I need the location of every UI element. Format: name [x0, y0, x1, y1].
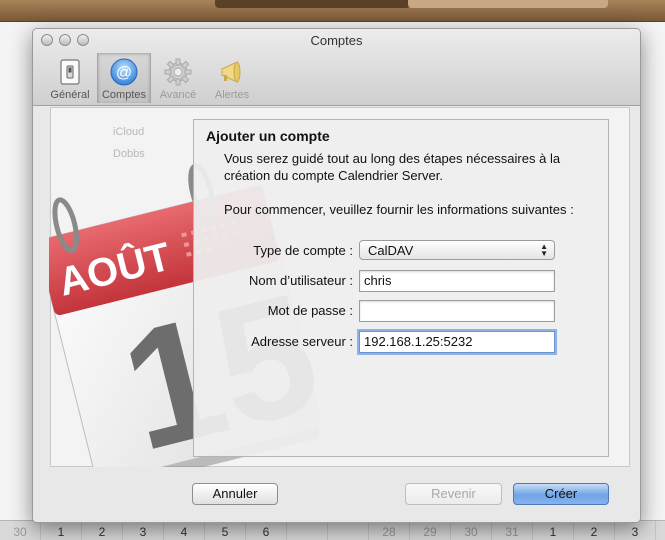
tab-label: Général — [50, 89, 90, 101]
tab-general[interactable]: Général — [43, 53, 97, 103]
window-titlebar: Comptes Général @ Comptes Avancé Alertes — [33, 29, 640, 106]
create-button[interactable]: Créer — [513, 483, 609, 505]
tab-label: Comptes — [101, 89, 147, 101]
username-label: Nom d’utilisateur : — [248, 273, 353, 288]
calendar-day[interactable]: 6 — [246, 521, 287, 540]
cancel-button[interactable]: Annuler — [192, 483, 278, 505]
select-arrows-icon: ▲ ▼ — [540, 242, 548, 258]
tab-accounts[interactable]: @ Comptes — [97, 53, 151, 103]
add-account-sheet: Ajouter un compte Vous serez guidé tout … — [193, 119, 609, 457]
sheet-prompt-text: Pour commencer, veuillez fournir les inf… — [224, 202, 574, 217]
calendar-day[interactable]: 28 — [369, 521, 410, 540]
calendar-day-strip: 30 1 2 3 4 5 6 28 29 30 31 1 2 3 — [0, 520, 665, 540]
gear-icon — [164, 58, 192, 86]
preferences-toolbar: Général @ Comptes Avancé Alertes — [43, 53, 259, 103]
general-switch-icon — [60, 59, 80, 85]
tab-label: Alertes — [214, 89, 250, 101]
tab-alerts[interactable]: Alertes — [205, 53, 259, 103]
password-row: Mot de passe : — [194, 300, 610, 322]
calendar-day — [287, 521, 328, 540]
sheet-intro-text: Vous serez guidé tout au long des étapes… — [224, 151, 561, 183]
account-type-value: CalDAV — [368, 243, 414, 258]
preferences-content: iCloud Dobbs AOÛT Ajouter un compte Vous… — [33, 107, 640, 522]
password-label: Mot de passe : — [267, 303, 353, 318]
calendar-day[interactable]: 1 — [41, 521, 82, 540]
svg-text:@: @ — [116, 65, 132, 82]
megaphone-icon — [221, 61, 241, 83]
calendar-day[interactable]: 1 — [533, 521, 574, 540]
preferences-window: Comptes Général @ Comptes Avancé Alertes… — [32, 28, 641, 523]
calendar-day[interactable]: 31 — [492, 521, 533, 540]
server-row: Adresse serveur : 192.168.1.25:5232 — [194, 331, 610, 353]
password-input[interactable] — [359, 300, 555, 322]
toolbar-slot — [408, 0, 608, 8]
calendar-day[interactable]: 2 — [574, 521, 615, 540]
username-row: Nom d’utilisateur : chris — [194, 270, 610, 292]
tab-label: Avancé — [159, 89, 197, 101]
calendar-day[interactable]: 3 — [615, 521, 656, 540]
toolbar-slot — [215, 0, 410, 8]
calendar-day[interactable]: 30 — [0, 521, 41, 540]
server-address-input[interactable]: 192.168.1.25:5232 — [359, 331, 555, 353]
at-sign-icon: @ — [110, 58, 138, 86]
account-type-select[interactable]: CalDAV ▲ ▼ — [359, 240, 555, 260]
calendar-day[interactable]: 4 — [164, 521, 205, 540]
calendar-day[interactable]: 5 — [205, 521, 246, 540]
account-type-row: Type de compte : CalDAV ▲ ▼ — [194, 240, 610, 262]
back-button[interactable]: Revenir — [405, 483, 502, 505]
sheet-title: Ajouter un compte — [206, 128, 330, 144]
calendar-day — [328, 521, 369, 540]
account-type-label: Type de compte : — [253, 243, 353, 258]
calendar-app-toolbar — [0, 0, 665, 22]
calendar-day[interactable]: 30 — [451, 521, 492, 540]
window-title: Comptes — [310, 33, 363, 48]
tab-advanced[interactable]: Avancé — [151, 53, 205, 103]
username-input[interactable]: chris — [359, 270, 555, 292]
server-label: Adresse serveur : — [251, 334, 353, 349]
calendar-day[interactable]: 29 — [410, 521, 451, 540]
calendar-day[interactable]: 3 — [123, 521, 164, 540]
calendar-day[interactable]: 2 — [82, 521, 123, 540]
